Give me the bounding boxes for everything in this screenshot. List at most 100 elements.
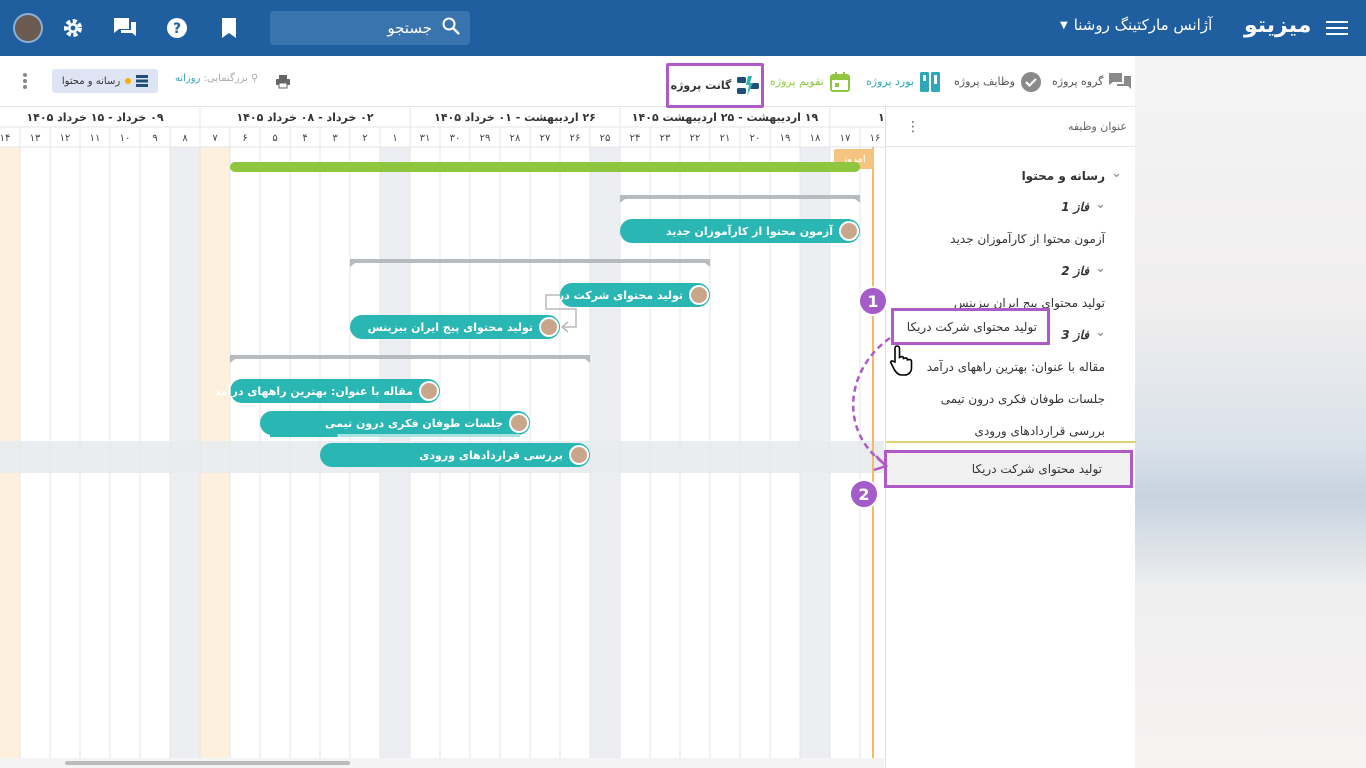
svg-text:?: ? (173, 21, 181, 37)
search-placeholder: جستجو (387, 19, 432, 37)
progress-fill (270, 434, 338, 437)
day-label: ۲۶ (570, 133, 581, 144)
day-label: ۹ (152, 133, 157, 144)
week-label: اردیبهشت ۱۴۰۵ (878, 111, 884, 124)
scroll-thumb[interactable] (65, 761, 350, 765)
gear-icon[interactable] (61, 16, 85, 40)
more-icon[interactable]: ⋮ (906, 119, 920, 135)
day-label: ۲۵ (600, 133, 611, 144)
top-bar: میزیتو آژانس مارکتینگ روشنا ▼ جستجو ? (0, 0, 1366, 56)
hand-cursor-icon (888, 344, 916, 382)
assignee-avatar[interactable] (421, 383, 437, 399)
bookmark-icon[interactable] (218, 16, 240, 40)
zoom-value: روزانه (175, 73, 201, 84)
task-row[interactable]: جلسات طوفان فکری درون تیمی (941, 392, 1105, 406)
day-label: ۲۹ (480, 133, 491, 144)
chevron-down-icon[interactable]: ⌄ (1095, 261, 1106, 276)
week-label: ۰۹ خرداد - ۱۵ خرداد ۱۴۰۵ (26, 111, 163, 124)
row-label: فاز 3 (1061, 328, 1089, 342)
chevron-down-icon[interactable]: ⌄ (1095, 325, 1106, 340)
assignee-avatar[interactable] (691, 287, 707, 303)
dot-icon (125, 78, 132, 84)
tab-tasks[interactable]: وظایف پروژه (954, 56, 1041, 107)
caret-down-icon: ▼ (1060, 19, 1068, 31)
task-bar-label: مقاله با عنوان: بهترین راههای درآمد (215, 384, 413, 398)
user-avatar[interactable] (13, 13, 43, 43)
search-box[interactable]: جستجو (270, 11, 470, 45)
phase-row[interactable]: فاز 3 ⌄ (1061, 325, 1106, 342)
day-label: ۲۸ (510, 133, 521, 144)
panel-header: ⋮ عنوان وظیفه (886, 107, 1135, 147)
drop-target-row[interactable]: تولید محتوای شرکت دریکا (884, 450, 1133, 488)
day-label: ۱۳ (30, 133, 41, 144)
drop-indicator (886, 441, 1136, 443)
day-label: ۳۰ (450, 133, 461, 144)
row-label: فاز 1 (1061, 200, 1089, 214)
day-label: ۱۸ (810, 133, 821, 144)
org-switcher[interactable]: آژانس مارکتینگ روشنا ▼ (1060, 16, 1212, 34)
gantt-chart: اردیبهشت ۱۴۰۵ ۱۹ اردیبهشت - ۲۵ اردیبهشت ۱… (0, 107, 884, 768)
task-panel: ⋮ عنوان وظیفه رسانه و محتوا ⌄ فاز 1 ⌄ آزمون … (885, 107, 1136, 768)
day-label: ۲۷ (540, 133, 551, 144)
day-label: ۳۱ (420, 133, 431, 144)
zoom-icon: ⚲ (251, 73, 259, 84)
task-row[interactable]: مقاله با عنوان: بهترین راههای درآمد (927, 360, 1105, 374)
project-toolbar: گروه پروژه وظایف پروژه بورد پروژه تقویم … (0, 56, 1135, 108)
day-label: ۷ (212, 133, 218, 144)
assignee-avatar[interactable] (571, 447, 587, 463)
task-bar-label: آزمون محتوا از کارآموزان جدید (666, 224, 833, 238)
filter-chip[interactable]: رسانه و محتوا (52, 69, 158, 93)
assignee-avatar[interactable] (841, 223, 857, 239)
step-badge-2: 2 (849, 479, 879, 509)
chat-icon[interactable] (113, 16, 137, 40)
drag-source-row[interactable]: تولید محتوای شرکت دریکا (891, 308, 1050, 345)
blurred-background (1135, 56, 1366, 768)
task-bar-label: تولید محتوای پیج ایران بیزینس (368, 321, 533, 334)
brand-logo[interactable]: میزیتو (1244, 13, 1311, 38)
chevron-down-icon[interactable]: ⌄ (1111, 166, 1122, 181)
help-icon[interactable]: ? (165, 16, 189, 40)
day-label: ۱۷ (840, 133, 851, 144)
tab-group[interactable]: گروه پروژه (1052, 56, 1132, 107)
more-icon[interactable] (22, 72, 28, 94)
day-label: ۱۶ (870, 133, 881, 144)
row-label: مقاله با عنوان: بهترین راههای درآمد (926, 360, 1105, 374)
assignee-avatar[interactable] (541, 319, 557, 335)
task-row[interactable]: آزمون محتوا از کارآموزان جدید (950, 232, 1105, 246)
assignee-avatar[interactable] (511, 415, 527, 431)
day-label: ۱۱ (90, 133, 101, 144)
day-label: ۱۰ (120, 133, 131, 144)
menu-icon[interactable] (1324, 16, 1350, 40)
panel-title: عنوان وظیفه (1067, 120, 1127, 133)
row-label: فاز 2 (1061, 264, 1089, 278)
tab-gantt[interactable]: گانت پروژه (666, 63, 764, 108)
row-label: جلسات طوفان فکری درون تیمی (940, 392, 1105, 406)
task-bar-label: تولید محتوای شرکت در (557, 289, 683, 302)
print-icon[interactable] (276, 74, 290, 93)
day-label: ۳ (332, 133, 338, 144)
week-label: ۱۹ اردیبهشت - ۲۵ اردیبهشت ۱۴۰۵ (632, 111, 819, 124)
chat-group-icon (1109, 72, 1132, 89)
summary-bar[interactable] (230, 162, 860, 172)
gantt-canvas: اردیبهشت ۱۴۰۵ ۱۹ اردیبهشت - ۲۵ اردیبهشت ۱… (0, 107, 884, 768)
day-label: ۴ (302, 133, 307, 144)
day-label: ۸ (182, 133, 188, 144)
org-name: آژانس مارکتینگ روشنا (1073, 16, 1213, 34)
phase-row[interactable]: فاز 2 ⌄ (1061, 261, 1106, 278)
day-label: ۶ (242, 133, 247, 144)
task-row[interactable]: بررسی قراردادهای ورودی (975, 424, 1105, 438)
group-row[interactable]: رسانه و محتوا ⌄ (1022, 166, 1122, 183)
phase-row[interactable]: فاز 1 ⌄ (1061, 197, 1106, 214)
list-icon (136, 75, 149, 87)
day-label: ۲۰ (750, 133, 761, 144)
chevron-down-icon[interactable]: ⌄ (1095, 197, 1106, 212)
tab-calendar[interactable]: تقویم پروژه (770, 56, 850, 107)
horizontal-scrollbar[interactable] (0, 758, 884, 768)
task-bar-label: بررسی قراردادهای ورودی (419, 449, 563, 462)
row-label: آزمون محتوا از کارآموزان جدید (950, 232, 1105, 246)
week-label: ۰۲ خرداد - ۰۸ خرداد ۱۴۰۵ (236, 111, 373, 124)
board-icon (919, 71, 940, 92)
zoom-control[interactable]: ⚲ بزرگنمایی: روزانه (175, 73, 258, 84)
tab-board[interactable]: بورد پروژه (866, 56, 940, 107)
calendar-icon (829, 71, 850, 92)
